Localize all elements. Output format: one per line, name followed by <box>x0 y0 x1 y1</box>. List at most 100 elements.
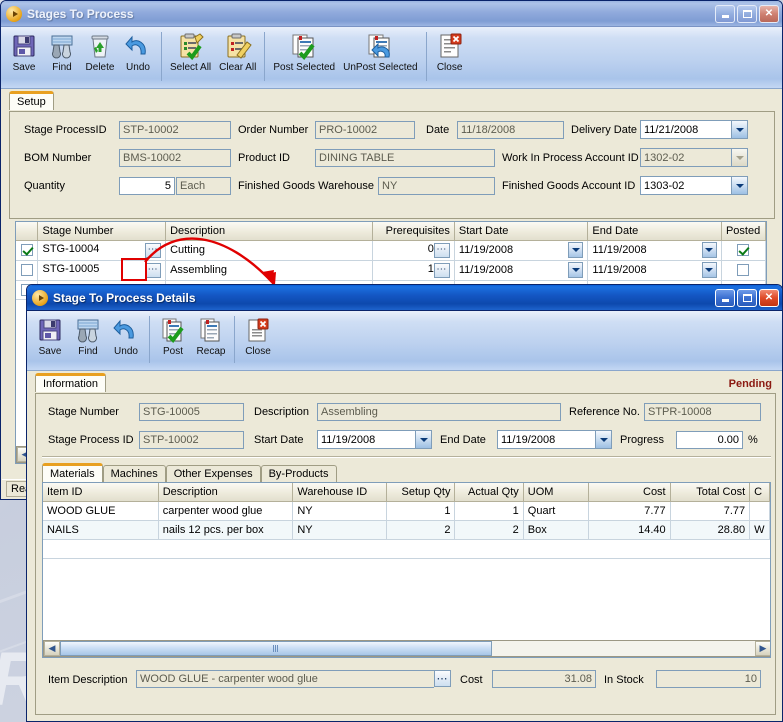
order-number-field[interactable]: PRO-10002 <box>315 121 415 139</box>
stage-process-id-field[interactable]: STP-10002 <box>119 121 231 139</box>
row-start-date[interactable]: 11/19/2008 <box>454 260 589 281</box>
material-actual-qty[interactable]: 2 <box>454 520 524 540</box>
material-empty-cell[interactable] <box>43 539 770 559</box>
close-button[interactable]: ✕ <box>759 4 779 23</box>
scroll-right-button[interactable]: ▶ <box>755 641 770 656</box>
stages-col-posted[interactable]: Posted <box>721 222 766 241</box>
materials-col-total-cost[interactable]: Total Cost <box>670 483 751 502</box>
maximize-button[interactable] <box>737 4 757 23</box>
start-date-combo[interactable]: 11/19/2008 <box>459 262 584 279</box>
toolbar-select-all-button[interactable]: Select All <box>166 30 215 75</box>
row-description[interactable]: Assembling <box>165 260 373 281</box>
delivery-date-combo[interactable]: 11/21/2008 <box>640 120 748 139</box>
row-select-checkbox[interactable] <box>20 244 33 257</box>
progress-field[interactable]: 0.00 <box>676 431 743 449</box>
toolbar-undo-button[interactable]: Undo <box>119 30 157 75</box>
material-total-cost[interactable]: 28.80 <box>670 520 751 540</box>
end-date-combo[interactable]: 11/19/2008 <box>592 242 717 259</box>
item-lookup-ellipsis-icon[interactable]: ⋯ <box>434 670 451 687</box>
tab-information[interactable]: Information <box>35 373 107 392</box>
material-setup-qty[interactable]: 1 <box>386 501 456 521</box>
stages-col-description[interactable]: Description <box>165 222 373 241</box>
material-extra[interactable]: W <box>749 520 770 540</box>
row-end-date[interactable]: 11/19/2008 <box>587 260 722 281</box>
chevron-down-icon[interactable] <box>701 262 717 278</box>
row-posted-cell[interactable] <box>721 240 766 261</box>
table-row[interactable]: STG-10005 ⋯ Assembling 1 ⋯ 11/19/2008 11… <box>16 260 766 281</box>
child-toolbar-recap-button[interactable]: Recap <box>192 314 230 359</box>
bom-number-field[interactable]: BMS-10002 <box>119 149 231 167</box>
finished-goods-warehouse-field[interactable]: NY <box>378 177 495 195</box>
row-select-cell[interactable] <box>16 260 39 281</box>
materials-col-item-id[interactable]: Item ID <box>43 483 159 502</box>
parent-titlebar[interactable]: Stages To Process ✕ <box>1 1 782 27</box>
scroll-left-button[interactable]: ◀ <box>44 641 60 656</box>
stages-col-end-date[interactable]: End Date <box>587 222 722 241</box>
table-row[interactable]: STG-10004 ⋯ Cutting 0 ⋯ 11/19/2008 11/19… <box>16 240 766 261</box>
row-start-date[interactable]: 11/19/2008 <box>454 240 589 261</box>
materials-col-cost[interactable]: Cost <box>588 483 671 502</box>
item-description-field[interactable]: WOOD GLUE - carpenter wood glue <box>136 670 434 688</box>
tab-other-expenses[interactable]: Other Expenses <box>165 465 261 482</box>
material-cost[interactable]: 14.40 <box>588 520 671 540</box>
material-cost[interactable]: 7.77 <box>588 501 671 521</box>
material-extra[interactable] <box>749 501 770 521</box>
close-button[interactable]: ✕ <box>759 288 779 307</box>
product-id-field[interactable]: DINING TABLE <box>315 149 495 167</box>
reference-no-field[interactable]: STPR-10008 <box>644 403 761 421</box>
start-date-combo[interactable]: 11/19/2008 <box>459 242 584 259</box>
material-uom[interactable]: Quart <box>523 501 590 521</box>
material-setup-qty[interactable]: 2 <box>386 520 456 540</box>
stage-lookup-ellipsis-icon[interactable]: ⋯ <box>145 242 162 258</box>
material-description[interactable]: nails 12 pcs. per box <box>158 520 294 540</box>
start-date-combo[interactable]: 11/19/2008 <box>317 430 432 449</box>
child-titlebar[interactable]: Stage To Process Details ✕ <box>27 285 782 311</box>
material-uom[interactable]: Box <box>523 520 590 540</box>
stage-lookup-ellipsis-icon[interactable]: ⋯ <box>145 262 162 278</box>
stages-col-stage-number[interactable]: Stage Number <box>37 222 167 241</box>
material-warehouse-id[interactable]: NY <box>292 520 388 540</box>
table-row[interactable]: NAILS nails 12 pcs. per box NY 2 2 Box 1… <box>43 520 770 540</box>
chevron-down-icon[interactable] <box>568 242 584 258</box>
row-posted-checkbox[interactable] <box>737 264 750 277</box>
tab-machines[interactable]: Machines <box>102 465 166 482</box>
child-stage-process-id-field[interactable]: STP-10002 <box>139 431 244 449</box>
date-field[interactable]: 11/18/2008 <box>457 121 564 139</box>
materials-col-uom[interactable]: UOM <box>523 483 590 502</box>
prereq-lookup-ellipsis-icon[interactable]: ⋯ <box>433 242 450 258</box>
minimize-button[interactable] <box>715 4 735 23</box>
row-select-checkbox[interactable] <box>20 264 33 277</box>
material-total-cost[interactable]: 7.77 <box>670 501 751 521</box>
tab-materials[interactable]: Materials <box>42 463 103 482</box>
chevron-down-icon[interactable] <box>415 431 431 448</box>
materials-col-description[interactable]: Description <box>158 483 294 502</box>
end-date-combo[interactable]: 11/19/2008 <box>497 430 612 449</box>
child-toolbar-find-button[interactable]: Find <box>69 314 107 359</box>
wip-account-combo[interactable]: 1302-02 <box>640 148 748 167</box>
chevron-down-icon[interactable] <box>701 242 717 258</box>
scroll-track[interactable] <box>60 641 755 656</box>
child-toolbar-save-button[interactable]: Save <box>31 314 69 359</box>
stages-col-select[interactable] <box>16 222 39 241</box>
chevron-down-icon[interactable] <box>595 431 611 448</box>
footer-in-stock-field[interactable]: 10 <box>656 670 761 688</box>
child-toolbar-undo-button[interactable]: Undo <box>107 314 145 359</box>
table-row[interactable]: WOOD GLUE carpenter wood glue NY 1 1 Qua… <box>43 501 770 521</box>
materials-col-extra[interactable]: C <box>749 483 770 502</box>
chevron-down-icon[interactable] <box>731 121 747 138</box>
chevron-down-icon[interactable] <box>731 177 747 194</box>
materials-col-setup-qty[interactable]: Setup Qty <box>386 483 456 502</box>
child-toolbar-close-button[interactable]: Close <box>239 314 277 359</box>
description-field[interactable]: Assembling <box>317 403 561 421</box>
end-date-combo[interactable]: 11/19/2008 <box>592 262 717 279</box>
row-posted-cell[interactable] <box>721 260 766 281</box>
finished-goods-account-combo[interactable]: 1303-02 <box>640 176 748 195</box>
material-item-id[interactable]: WOOD GLUE <box>43 501 159 521</box>
row-stage-number[interactable]: STG-10005 ⋯ <box>37 260 167 281</box>
row-stage-number[interactable]: STG-10004 ⋯ <box>37 240 167 261</box>
tab-by-products[interactable]: By-Products <box>260 465 337 482</box>
minimize-button[interactable] <box>715 288 735 307</box>
toolbar-post-selected-button[interactable]: Post Selected <box>269 30 339 75</box>
stage-number-field[interactable]: STG-10005 <box>139 403 244 421</box>
row-prerequisites[interactable]: 0 ⋯ <box>372 240 455 261</box>
